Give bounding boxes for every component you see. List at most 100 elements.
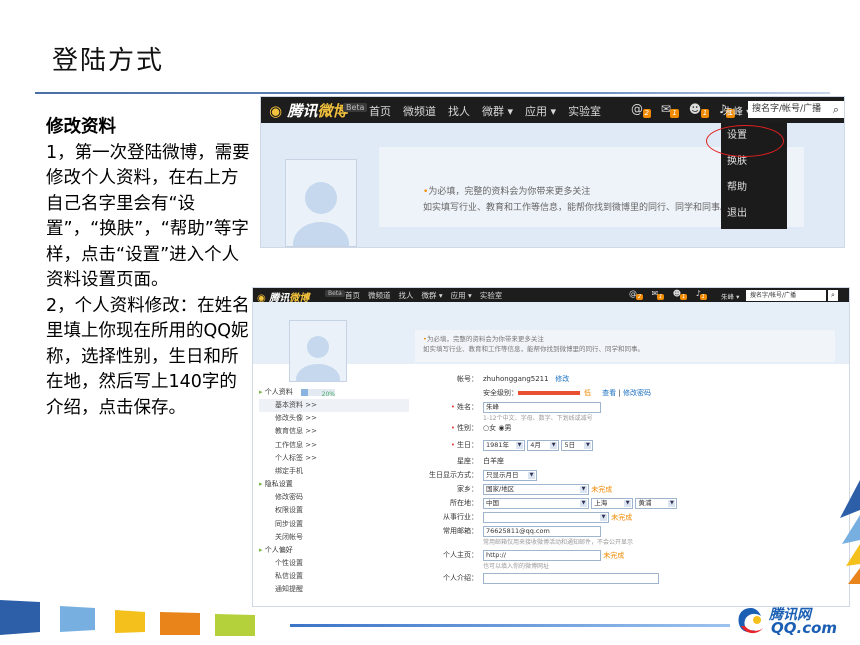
account-value: zhuhonggang5211 [483, 375, 549, 383]
zodiac-label: 星座： [457, 457, 478, 465]
nav-groups[interactable]: 微群 ▾ [422, 291, 443, 300]
nav-channel[interactable]: 微频道 [368, 291, 391, 300]
decorative-corner [840, 480, 860, 584]
search-input[interactable]: 搜名字/帐号/广播 [748, 101, 830, 118]
top-navbar: ◉ 腾讯微博 Beta 首页 微频道 找人 微群 ▾ 应用 ▾ 实验室 @2 ✉ 1 ☻ 1 … [253, 288, 849, 304]
search-icon[interactable]: ⌕ [828, 101, 844, 118]
tencent-swirl-icon [738, 608, 763, 634]
hometown-status: 未完成 [591, 485, 613, 494]
sidebar-item-tags[interactable]: 个人标签 >> [259, 452, 409, 465]
birth-year-select[interactable]: 1981年 ▼ [483, 440, 525, 451]
instruction-text: 修改资料 1，第一次登陆微博，需要修改个人资料，在右上方自己名字里会有“设置”，… [46, 115, 251, 421]
email-field[interactable]: 76625811@qq.com [483, 526, 601, 537]
title-divider [35, 92, 830, 94]
industry-label: 从事行业： [443, 513, 478, 521]
profile-notice: •为必填，完整的资料会为你带来更多关注 如实填写行业、教育和工作等信息，能帮你找… [415, 330, 835, 362]
account-label: 帐号： [457, 375, 478, 383]
screenshot-profile-form: ◉ 腾讯微博 Beta 首页 微频道 找人 微群 ▾ 应用 ▾ 实验室 @2 ✉ 1 ☻ 1 … [252, 287, 850, 607]
security-label: 安全级别： [483, 389, 518, 397]
beta-badge: Beta [343, 103, 368, 112]
decorative-stripes [0, 600, 255, 636]
sidebar-section-privacy[interactable]: ▸ 隐私设置 [259, 478, 409, 491]
main-nav: 首页 微频道 找人 微群 ▾ 应用 ▾ 实验室 [369, 103, 613, 119]
weibo-logo[interactable]: ◉ 腾讯微博 [269, 100, 347, 121]
sidebar-item-work[interactable]: 工作信息 >> [259, 439, 409, 452]
name-field[interactable]: 朱峰 [483, 402, 601, 413]
location-province-select[interactable]: 上海 ▼ [591, 498, 634, 509]
account-edit-link[interactable]: 修改 [555, 375, 569, 383]
sidebar-item-bind-phone[interactable]: 绑定手机 [259, 465, 409, 478]
sidebar-item-messages[interactable]: 私信设置 [259, 570, 409, 583]
user-menu[interactable]: 朱峰 ▾ [723, 103, 751, 118]
email-hint: 常用邮箱仅用来接收微博活动和通知邮件，不会公开显示 [483, 539, 634, 546]
sidebar-item-education[interactable]: 教育信息 >> [259, 425, 409, 438]
nav-apps[interactable]: 应用 ▾ [451, 291, 472, 300]
decorative-line [290, 624, 730, 627]
user-icon[interactable]: ☻ 1 [673, 289, 688, 300]
mail-icon[interactable]: ✉ 1 [661, 102, 679, 118]
beta-badge: Beta [325, 290, 345, 297]
nav-find-people[interactable]: 找人 [399, 291, 414, 300]
user-menu[interactable]: 朱峰 ▾ [721, 291, 739, 301]
nav-apps[interactable]: 应用 ▾ [525, 105, 556, 118]
search-input[interactable]: 搜名字/帐号/广播 [746, 290, 826, 301]
sidebar-item-close-account[interactable]: 关闭帐号 [259, 531, 409, 544]
intro-textarea[interactable] [483, 573, 659, 584]
mail-icon[interactable]: ✉ 1 [652, 289, 665, 300]
avatar-placeholder[interactable] [289, 320, 347, 382]
instruction-heading: 修改资料 [46, 117, 116, 137]
sound-icon[interactable]: ♪ 1 [696, 289, 707, 300]
birth-display-label: 生日显示方式： [429, 471, 478, 479]
sidebar-item-avatar[interactable]: 修改头像 >> [259, 412, 409, 425]
profile-progress-bar: 20% [300, 388, 335, 398]
gender-male-radio[interactable]: ◉男 [498, 424, 511, 432]
nav-lab[interactable]: 实验室 [568, 105, 601, 118]
homepage-status: 未完成 [603, 551, 625, 560]
sidebar-section-preferences[interactable]: ▸ 个人偏好 [259, 544, 409, 557]
birth-day-select[interactable]: 5日 ▼ [561, 440, 594, 451]
sidebar-item-permissions[interactable]: 权限设置 [259, 504, 409, 517]
birth-display-select[interactable]: 只显示月日 ▼ [483, 470, 537, 481]
intro-label: 个人介绍： [443, 574, 478, 582]
notification-icons: @2 ✉ 1 ☻ 1 ♪ 1 [629, 289, 713, 300]
sidebar-section-personal[interactable]: ▸ 个人资料 20% [259, 386, 409, 399]
at-icon[interactable]: @2 [631, 102, 651, 118]
sidebar-item-basic-info[interactable]: 基本资料 >> [259, 399, 409, 413]
nav-home[interactable]: 首页 [369, 105, 391, 118]
security-level: 低 [584, 389, 591, 397]
gender-female-radio[interactable]: ○女 [483, 424, 496, 432]
industry-select[interactable]: ▼ [483, 512, 609, 523]
search-icon[interactable]: ⌕ [828, 290, 838, 301]
menu-item-help[interactable]: 帮助 [721, 175, 787, 201]
change-password-link[interactable]: 修改密码 [623, 389, 651, 397]
birth-month-select[interactable]: 4月 ▼ [527, 440, 560, 451]
sidebar-item-personalize[interactable]: 个性设置 [259, 557, 409, 570]
homepage-field[interactable]: http:// [483, 550, 601, 561]
at-icon[interactable]: @2 [629, 289, 643, 300]
homepage-label: 个人主页： [443, 551, 478, 559]
zodiac-value: 白羊座 [483, 457, 504, 465]
avatar-placeholder[interactable] [285, 159, 357, 247]
user-icon[interactable]: ☻ 1 [689, 102, 710, 118]
profile-form: 帐号： zhuhonggang5211 修改 安全级别：低 查看 | 修改密码 … [403, 372, 843, 585]
nav-groups[interactable]: 微群 ▾ [482, 105, 513, 118]
settings-sidebar: ▸ 个人资料 20% 基本资料 >> 修改头像 >> 教育信息 >> 工作信息 … [259, 386, 409, 596]
main-nav: 首页 微频道 找人 微群 ▾ 应用 ▾ 实验室 [345, 290, 510, 301]
location-label: 所在地： [450, 499, 478, 507]
profile-notice: •为必填，完整的资料会为你带来更多关注 如实填写行业、教育和工作等信息，能帮你找… [423, 187, 730, 213]
sidebar-item-password[interactable]: 修改密码 [259, 491, 409, 504]
industry-status: 未完成 [611, 513, 633, 522]
menu-item-logout[interactable]: 退出 [721, 201, 787, 227]
location-district-select[interactable]: 黄浦 ▼ [635, 498, 678, 509]
hometown-select[interactable]: 国家/地区 ▼ [483, 484, 589, 495]
location-country-select[interactable]: 中国 ▼ [483, 498, 589, 509]
security-bar [518, 391, 580, 395]
nav-home[interactable]: 首页 [345, 291, 360, 300]
nav-channel[interactable]: 微频道 [403, 105, 436, 118]
nav-find-people[interactable]: 找人 [448, 105, 470, 118]
nav-lab[interactable]: 实验室 [480, 291, 503, 300]
security-view-link[interactable]: 查看 [602, 389, 616, 397]
screenshot-settings-menu: ◉ 腾讯微博 Beta 首页 微频道 找人 微群 ▾ 应用 ▾ 实验室 @2 ✉ 1 ☻ 1 … [260, 96, 845, 248]
instruction-step-2: 2，个人资料修改：在姓名里填上你现在所用的QQ妮称，选择性别，生日和所在地，然后… [46, 295, 250, 418]
sidebar-item-sync[interactable]: 同步设置 [259, 518, 409, 531]
